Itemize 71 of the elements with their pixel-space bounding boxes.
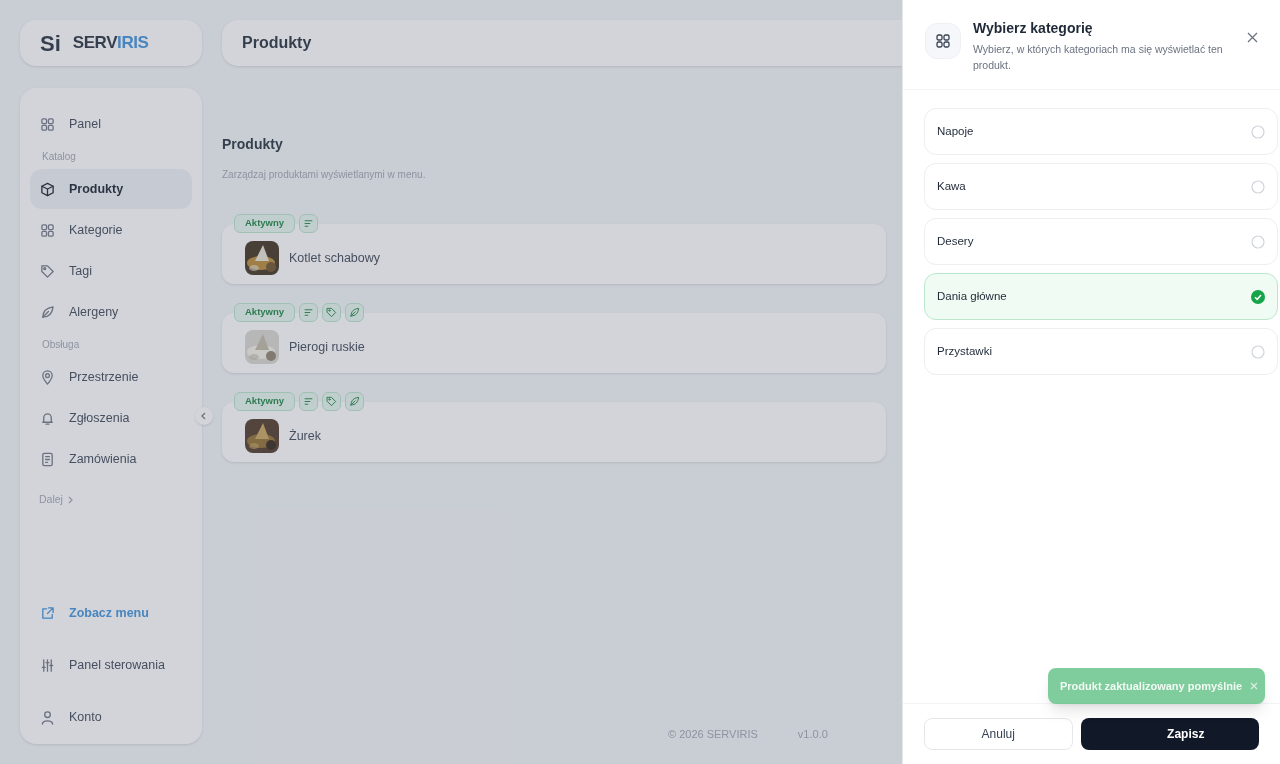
radio-icon [1251, 124, 1265, 139]
product-name: Pierogi ruskie [289, 338, 365, 356]
leaf-icon [349, 396, 361, 407]
category-option[interactable]: Napoje [924, 108, 1278, 155]
tag-icon [40, 263, 55, 279]
category-option[interactable]: Dania główne [924, 273, 1278, 320]
toast-message: Produkt zaktualizowany pomyślnie [1060, 678, 1243, 694]
product-name: Żurek [289, 427, 321, 445]
drawer-subtitle: Wybierz, w których kategoriach ma się wyświetlać ten produkt. [973, 42, 1224, 73]
radio-icon [1251, 234, 1265, 249]
page-title: Produkty [222, 135, 283, 154]
check-circle-icon [1251, 289, 1265, 304]
option-label: Napoje [937, 123, 975, 139]
logo-mark: Si [40, 29, 61, 58]
close-button[interactable] [1247, 30, 1258, 44]
status-badge: Aktywny [234, 392, 296, 411]
collapse-button[interactable] [195, 407, 213, 425]
category-option[interactable]: Przystawki [924, 328, 1278, 375]
lines-icon [303, 396, 315, 407]
cube-icon [40, 181, 55, 197]
radio-icon [1251, 179, 1265, 194]
option-label: Kawa [937, 178, 967, 194]
drawer-title: Wybierz kategorię [973, 19, 1094, 38]
nav-item[interactable]: Przestrzenie [30, 357, 192, 397]
status-badge: Aktywny [234, 303, 296, 322]
document-icon [40, 451, 55, 467]
bell-icon [40, 410, 55, 426]
chevron-right-icon [66, 495, 74, 504]
tag-icon [326, 396, 338, 407]
nav-item[interactable]: Zgłoszenia [30, 398, 192, 438]
option-label: Dania główne [937, 288, 1008, 304]
section-label: Katalog [41, 150, 77, 163]
category-option[interactable]: Kawa [924, 163, 1278, 210]
sliders-icon [40, 657, 55, 673]
option-label: Przystawki [937, 343, 993, 359]
lines-icon [303, 307, 315, 318]
radio-icon [1251, 344, 1265, 359]
external-link-icon [40, 605, 55, 621]
save-button[interactable]: Zapisz [1080, 718, 1259, 750]
status-badge: Aktywny [234, 214, 296, 233]
chevron-left-icon [200, 412, 208, 420]
toast-close-button[interactable] [1250, 681, 1259, 691]
copyright-text: © 2026 SERVIRIS [668, 726, 758, 742]
page-subtitle: Zarządzaj produktami wyświetlanymi w menu. [222, 168, 426, 182]
nav-item[interactable]: Panel sterowania [30, 650, 192, 680]
option-label: Desery [937, 233, 975, 249]
nav-item[interactable]: Panel [30, 104, 192, 144]
nav-item[interactable]: Konto [30, 702, 192, 732]
close-icon [1247, 31, 1258, 43]
nav-item[interactable]: Zamówienia [30, 439, 192, 479]
nav-item[interactable]: Produkty [30, 169, 192, 209]
version-text: v1.0.0 [797, 726, 828, 742]
close-icon [1250, 682, 1259, 690]
grid-icon [936, 34, 950, 48]
cancel-button[interactable]: Anuluj [924, 718, 1073, 750]
location-pin-icon [40, 369, 55, 385]
grid-icon [40, 116, 55, 132]
header-title: Produkty [242, 33, 312, 53]
product-name: Kotlet schabowy [289, 249, 381, 267]
nav-item[interactable]: Kategorie [30, 210, 192, 250]
grid-icon [40, 222, 55, 238]
leaf-icon [349, 307, 361, 318]
logo-text: SERVIRIS [72, 32, 149, 55]
lines-icon [303, 218, 315, 229]
section-label: Obsługa [41, 338, 81, 351]
user-icon [40, 709, 55, 725]
tag-icon [326, 307, 338, 318]
nav-item[interactable]: Tagi [30, 251, 192, 291]
category-option[interactable]: Desery [924, 218, 1278, 265]
nav-item[interactable]: Alergeny [30, 292, 192, 332]
leaf-icon [40, 304, 55, 320]
